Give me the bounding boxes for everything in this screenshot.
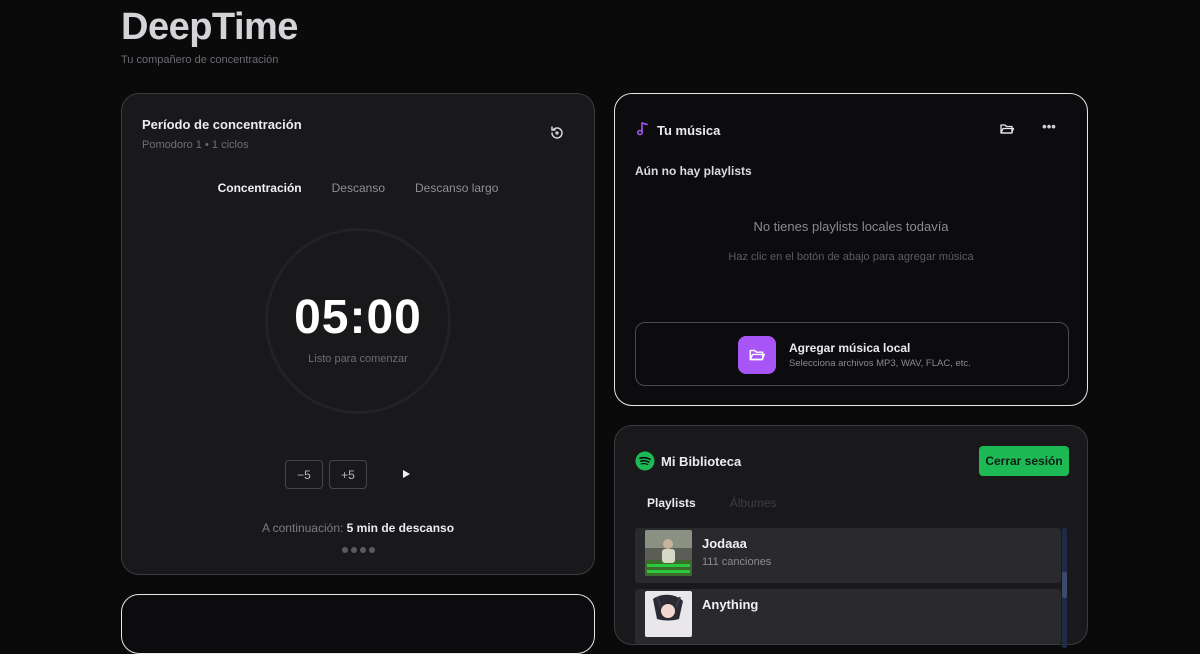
folder-open-icon <box>738 336 776 374</box>
library-tabs: Playlists Álbumes <box>647 496 776 510</box>
playlist-list: Jodaaa 111 canciones Anything <box>635 528 1069 648</box>
tab-descanso[interactable]: Descanso <box>332 181 385 195</box>
cycle-dots <box>122 547 594 553</box>
no-playlists-heading: Aún no hay playlists <box>635 164 752 178</box>
add-local-music-button[interactable]: Agregar música local Selecciona archivos… <box>635 322 1069 386</box>
timer-subtitle: Pomodoro 1 • 1 ciclos <box>142 139 249 151</box>
cycle-dot <box>359 547 366 553</box>
library-card: Mi Biblioteca Cerrar sesión Playlists Ál… <box>614 425 1088 648</box>
tab-concentracion[interactable]: Concentración <box>218 181 302 195</box>
list-item[interactable]: Jodaaa 111 canciones <box>635 528 1061 583</box>
cycle-dot <box>341 547 348 553</box>
timer-card: Período de concentración Pomodoro 1 • 1 … <box>121 93 595 575</box>
music-card: Tu música ••• Aún no hay playlists No ti… <box>614 93 1088 406</box>
library-title: Mi Biblioteca <box>661 454 742 469</box>
next-up: A continuación: 5 min de descanso <box>122 521 594 535</box>
timer-title: Período de concentración <box>142 117 302 132</box>
tab-playlists[interactable]: Playlists <box>647 496 696 510</box>
cycle-dot <box>350 547 357 553</box>
playlist-name: Anything <box>702 597 759 612</box>
play-icon[interactable] <box>397 465 415 483</box>
scrollbar-thumb[interactable] <box>1062 572 1067 598</box>
folder-open-icon[interactable] <box>999 121 1015 137</box>
plus-five-button[interactable]: +5 <box>329 460 367 489</box>
music-note-icon <box>635 121 651 137</box>
timer-status: Listo para comenzar <box>308 353 408 365</box>
next-up-value: 5 min de descanso <box>346 521 455 535</box>
add-local-title: Agregar música local <box>789 341 911 355</box>
music-title: Tu música <box>657 123 721 138</box>
list-item[interactable]: Anything <box>635 589 1061 644</box>
add-local-subtitle: Selecciona archivos MP3, WAV, FLAC, etc. <box>789 358 971 369</box>
playlist-cover <box>645 591 692 637</box>
logout-button[interactable]: Cerrar sesión <box>979 446 1069 476</box>
secondary-card <box>121 594 595 654</box>
timer-display: 05:00 <box>294 291 422 344</box>
empty-state-hint: Haz clic en el botón de abajo para agreg… <box>728 251 974 263</box>
tab-descanso-largo[interactable]: Descanso largo <box>415 181 498 195</box>
playlist-name: Jodaaa <box>702 536 747 551</box>
mode-tabs: Concentración Descanso Descanso largo <box>122 181 594 195</box>
spotify-icon <box>635 451 655 471</box>
tab-albums[interactable]: Álbumes <box>730 496 777 510</box>
next-up-prefix: A continuación: <box>261 521 347 535</box>
playlist-cover <box>645 530 692 576</box>
app-title: DeepTime <box>121 6 298 48</box>
cycle-dot <box>368 547 375 553</box>
more-options-icon[interactable]: ••• <box>1041 119 1057 135</box>
reset-icon[interactable] <box>548 124 566 142</box>
playlist-count: 111 canciones <box>702 556 772 568</box>
app-subtitle: Tu compañero de concentración <box>121 54 279 66</box>
minus-five-button[interactable]: −5 <box>285 460 323 489</box>
empty-state-title: No tienes playlists locales todavía <box>753 219 949 234</box>
